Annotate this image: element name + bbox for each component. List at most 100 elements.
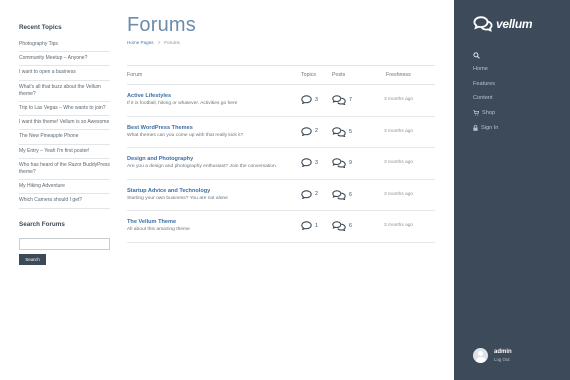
search-icon — [473, 51, 480, 59]
breadcrumb-home-link[interactable]: Home Pages — [127, 40, 154, 45]
recent-topics-heading: Recent Topics — [19, 24, 62, 31]
speech-bubbles-icon — [332, 95, 346, 105]
recent-topic-link[interactable]: I want to open a business — [19, 66, 110, 81]
forum-table-header: Forum Topics Posts Freshness — [127, 65, 435, 85]
speech-bubble-icon — [301, 95, 312, 104]
forum-description: All about this amazing theme — [127, 227, 190, 232]
posts-count-cell: 6 — [332, 221, 352, 231]
posts-count: 6 — [349, 223, 352, 229]
recent-topic-link[interactable]: What's all that buzz about the Vellum th… — [19, 81, 110, 103]
forum-title-link[interactable]: Design and Photography — [127, 156, 193, 162]
recent-topics-list: Photography Tips Community Meetup – Anyo… — [19, 41, 110, 209]
forum-title-link[interactable]: Best WordPress Themes — [127, 125, 193, 131]
table-row: Active Lifestyles If it is football, hik… — [127, 85, 435, 117]
posts-count-cell: 9 — [332, 158, 352, 168]
topics-count-cell: 1 — [301, 221, 318, 230]
page-content: Recent Topics Photography Tips Community… — [0, 0, 454, 380]
topics-count: 3 — [315, 159, 318, 166]
nav-item-label: Shop — [482, 110, 496, 117]
forum-title-link[interactable]: The Vellum Theme — [127, 219, 176, 225]
breadcrumb: Home Pages > Forums — [127, 40, 435, 45]
user-panel: admin Log Out — [473, 348, 512, 363]
recent-topic-link[interactable]: The New Pineapple Phone — [19, 130, 110, 145]
left-column: Recent Topics Photography Tips Community… — [19, 24, 110, 265]
topics-count: 1 — [315, 222, 318, 229]
recent-topic-link[interactable]: I want this theme! Vellum is so Awesome — [19, 116, 110, 131]
posts-count: 7 — [349, 97, 352, 103]
nav-item-features[interactable]: Features — [473, 77, 553, 92]
posts-count: 9 — [349, 160, 352, 166]
column-freshness: Freshness — [386, 72, 411, 78]
table-row: Best WordPress Themes What themes can yo… — [127, 117, 435, 148]
search-forums-widget: Search Forums Search — [19, 221, 110, 265]
nav-item-sign-in[interactable]: Sign In — [473, 120, 553, 135]
lock-icon — [473, 124, 478, 131]
topics-count-cell: 3 — [301, 95, 318, 104]
search-toggle[interactable] — [473, 48, 553, 62]
forum-description: Are you a design and photography enthusi… — [127, 164, 278, 169]
forum-title-link[interactable]: Active Lifestyles — [127, 93, 171, 99]
nav-item-label: Sign In — [481, 124, 499, 131]
nav-item-label: Content — [473, 95, 493, 102]
nav-item-shop[interactable]: Shop — [473, 106, 553, 121]
speech-bubble-icon — [301, 158, 312, 167]
recent-topic-link[interactable]: Who has heard of the Razor BuddyPress th… — [19, 159, 110, 181]
column-posts: Posts — [332, 72, 346, 78]
breadcrumb-current: Forums — [164, 40, 180, 45]
forum-table-body: Active Lifestyles If it is football, hik… — [127, 85, 435, 243]
brand-logo[interactable]: vellum — [473, 16, 533, 32]
speech-bubble-icon — [301, 221, 312, 230]
freshness-link[interactable]: 3 months ago — [384, 223, 413, 228]
recent-topic-link[interactable]: Which Camera should I get? — [19, 194, 110, 209]
speech-bubbles-icon — [332, 158, 346, 168]
topics-count-cell: 2 — [301, 189, 318, 199]
speech-bubble-icon — [301, 189, 312, 199]
column-forum: Forum — [127, 72, 143, 78]
topics-count: 2 — [315, 191, 318, 197]
topics-count: 3 — [315, 96, 318, 103]
speech-bubbles-icon — [332, 126, 346, 137]
recent-topic-link[interactable]: My Hiking Adventure — [19, 180, 110, 195]
nav-item-content[interactable]: Content — [473, 91, 553, 106]
user-info: admin Log Out — [494, 349, 512, 362]
user-name[interactable]: admin — [494, 349, 512, 355]
freshness-link[interactable]: 3 months ago — [384, 160, 413, 165]
nav-item-label: Features — [473, 80, 496, 87]
recent-topic-link[interactable]: Community Meetup – Anyone? — [19, 52, 110, 67]
forum-description: Starting your own business? You are not … — [127, 195, 228, 201]
table-row: Design and Photography Are you a design … — [127, 148, 435, 180]
search-forums-input[interactable] — [19, 237, 110, 250]
column-topics: Topics — [301, 72, 317, 78]
forum-description: If it is football, hiking or whatever. A… — [127, 101, 238, 106]
posts-count: 5 — [349, 128, 352, 135]
forum-description: What themes can you come up with that re… — [127, 132, 244, 138]
speech-bubble-icon — [301, 126, 312, 136]
breadcrumb-separator: > — [157, 40, 161, 45]
logout-link[interactable]: Log Out — [494, 357, 512, 362]
topics-count: 2 — [315, 128, 318, 134]
search-forums-heading: Search Forums — [19, 220, 65, 228]
table-row: Startup Advice and Technology Starting y… — [127, 180, 435, 211]
recent-topic-link[interactable]: My Entry – Yeah I'm first poster! — [19, 145, 110, 159]
search-button[interactable]: Search — [19, 253, 46, 265]
posts-count: 6 — [349, 191, 352, 198]
speech-bubbles-icon — [332, 189, 346, 200]
freshness-link[interactable]: 3 months ago — [384, 129, 413, 134]
right-sidebar: vellum Home Features Content Shop Sign I… — [454, 0, 570, 380]
freshness-link[interactable]: 3 months ago — [384, 97, 413, 102]
recent-topic-link[interactable]: Photography Tips — [19, 41, 110, 53]
posts-count-cell: 5 — [332, 126, 352, 137]
main-navigation: Home Features Content Shop Sign In — [473, 48, 553, 135]
posts-count-cell: 6 — [332, 189, 352, 200]
brand-name: vellum — [496, 17, 533, 31]
topics-count-cell: 3 — [301, 158, 318, 167]
forum-title-link[interactable]: Startup Advice and Technology — [127, 188, 210, 194]
speech-bubbles-icon — [332, 221, 346, 231]
chat-bubbles-logo-icon — [473, 16, 493, 32]
nav-item-home[interactable]: Home — [473, 62, 553, 77]
nav-item-label: Home — [473, 66, 488, 73]
recent-topic-link[interactable]: Trip to Las Vegas – Who wants to join? — [19, 102, 110, 117]
cart-icon — [473, 110, 479, 116]
avatar[interactable] — [473, 348, 488, 363]
freshness-link[interactable]: 3 months ago — [384, 192, 413, 197]
